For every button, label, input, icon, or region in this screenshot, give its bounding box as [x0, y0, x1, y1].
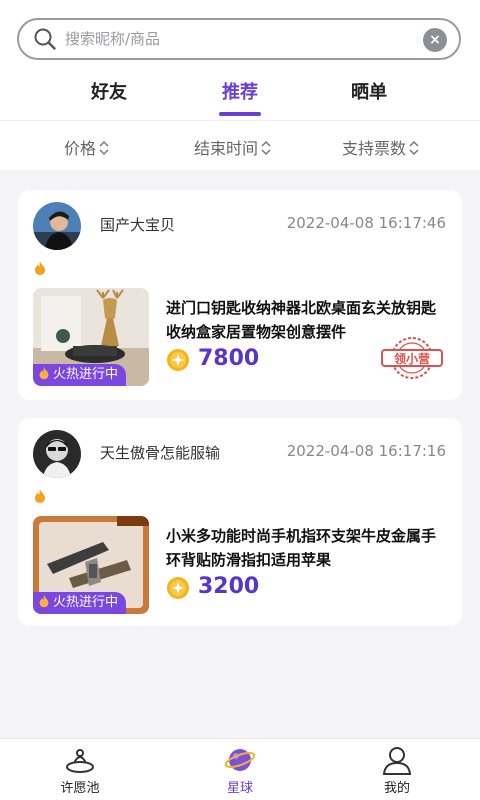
search-icon [34, 28, 56, 50]
post-card[interactable]: 天生傲骨怎能服输 2022-04-08 16:17:16 火热进行中 小米多功能… [18, 418, 462, 626]
status-badge: 火热进行中 [33, 364, 127, 386]
tab-friends[interactable]: 好友 [69, 78, 149, 104]
nav-planet[interactable]: 星球 [200, 745, 280, 796]
tab-bar: 好友 推荐 晒单 [0, 70, 480, 120]
coin-icon [167, 349, 189, 371]
search-bar[interactable]: × [17, 18, 461, 60]
nav-wish-pool-label: 许愿池 [60, 781, 100, 796]
sort-arrows-icon [99, 140, 109, 156]
wish-pool-icon [66, 749, 94, 773]
status-badge-label: 火热进行中 [53, 367, 119, 382]
coin-icon [167, 577, 189, 599]
post-time: 2022-04-08 16:17:46 [286, 214, 446, 232]
sort-end-time[interactable]: 结束时间 [194, 135, 271, 159]
tab-showcase[interactable]: 晒单 [329, 78, 409, 104]
avatar[interactable] [33, 202, 81, 250]
search-input[interactable] [65, 26, 405, 52]
planet-icon [224, 749, 256, 771]
flame-icon [35, 261, 45, 275]
price-value: 7800 [198, 346, 260, 371]
flame-icon [35, 489, 45, 503]
nav-mine[interactable]: 我的 [357, 745, 437, 796]
post-time: 2022-04-08 16:17:16 [286, 442, 446, 460]
sort-arrows-icon [261, 140, 271, 156]
flame-icon [39, 366, 49, 380]
stamp-label: 领小营 [394, 351, 430, 366]
sort-arrows-icon [409, 140, 419, 156]
sort-bar: 价格 结束时间 支持票数 [0, 120, 480, 170]
tab-recommend[interactable]: 推荐 [200, 78, 280, 104]
sort-votes-label: 支持票数 [342, 139, 407, 158]
sort-price[interactable]: 价格 [64, 135, 109, 159]
status-badge-label: 火热进行中 [53, 595, 119, 610]
status-badge: 火热进行中 [33, 592, 127, 614]
product-image[interactable]: 火热进行中 [33, 516, 149, 614]
sort-end-time-label: 结束时间 [194, 139, 259, 158]
username[interactable]: 天生傲骨怎能服输 [100, 442, 220, 463]
product-title[interactable]: 小米多功能时尚手机指环支架牛皮金属手环背贴防滑指扣适用苹果 [166, 524, 448, 572]
sort-votes[interactable]: 支持票数 [342, 135, 419, 159]
post-card[interactable]: 国产大宝贝 2022-04-08 16:17:46 火热进行中 进门口钥匙收纳神… [18, 190, 462, 400]
user-icon [382, 747, 412, 775]
clear-search-icon[interactable]: × [423, 28, 447, 52]
price-value: 3200 [198, 574, 260, 599]
stamp-icon: 领小营 [381, 337, 443, 379]
top-bar: × 好友 推荐 晒单 [0, 0, 480, 120]
product-image[interactable]: 火热进行中 [33, 288, 149, 386]
sort-price-label: 价格 [64, 139, 97, 158]
flame-icon [39, 594, 49, 608]
bottom-nav: 许愿池 星球 我的 [0, 738, 480, 800]
username[interactable]: 国产大宝贝 [100, 214, 175, 235]
active-tab-indicator [219, 112, 261, 116]
nav-mine-label: 我的 [383, 781, 410, 796]
nav-wish-pool[interactable]: 许愿池 [40, 745, 120, 796]
nav-planet-label: 星球 [226, 781, 253, 796]
avatar[interactable] [33, 430, 81, 478]
